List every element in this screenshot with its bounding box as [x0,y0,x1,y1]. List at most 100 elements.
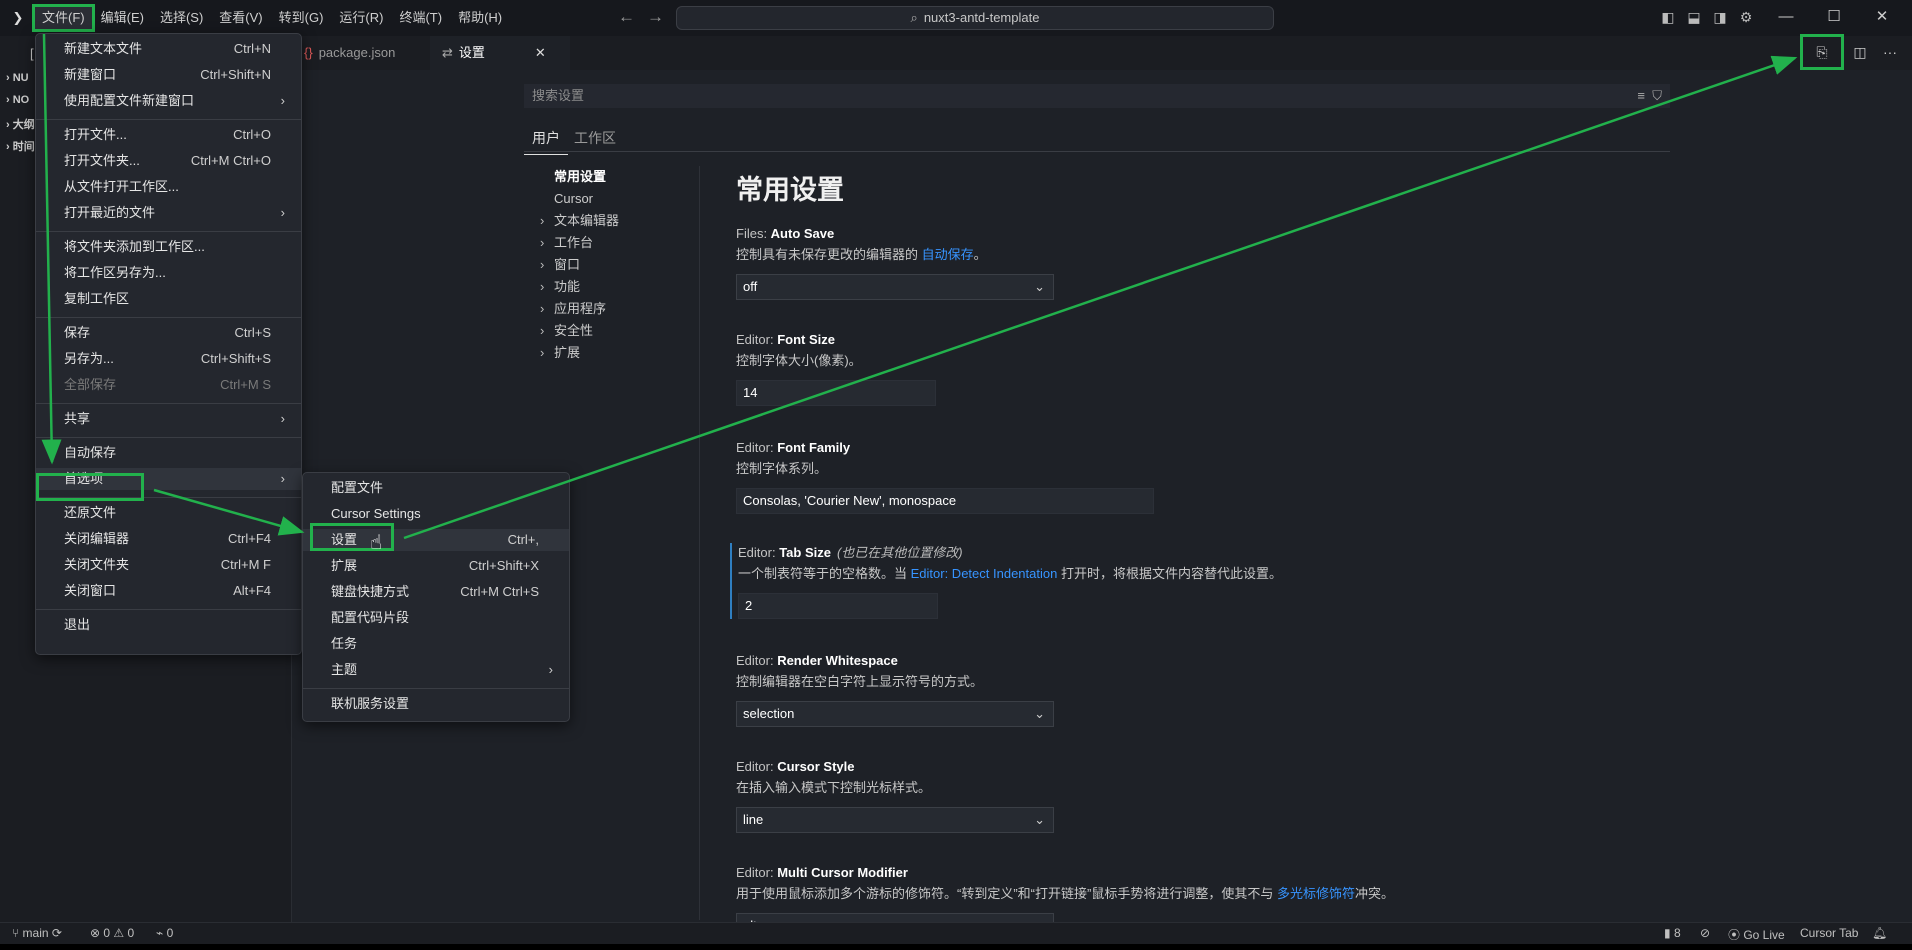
tab-settings[interactable]: ⇄ 设置 ✕ [430,36,570,70]
menu-item[interactable]: 使用配置文件新建窗口 › [36,90,301,112]
go-live-button[interactable]: ⦿ Go Live [1728,926,1785,943]
minimize-icon[interactable]: — [1762,4,1810,30]
filter-icon[interactable]: ⛉ [1652,88,1662,103]
menu-item[interactable]: 任务 [303,633,569,655]
menu-item[interactable]: 另存为... Ctrl+Shift+S [36,348,301,370]
toggle-panel-icon[interactable]: ⬓ [1684,6,1704,28]
menu-item-0[interactable]: 文件(F) [32,4,95,32]
sidebar-item-label: 时间 [12,141,35,153]
toc-item[interactable]: 常用设置 [540,166,700,188]
sidebar-item-nu[interactable]: › NU [6,72,29,84]
menu-item-3[interactable]: 查看(V) [211,6,270,30]
menu-item[interactable]: 扩展 Ctrl+Shift+X [303,555,569,577]
sidebar-item-timeline[interactable]: › 时间 [6,138,35,154]
line-status[interactable]: ▮ 8 [1664,926,1681,940]
back-arrow-icon[interactable]: ← [618,7,635,27]
menu-item[interactable]: 将文件夹添加到工作区... [36,236,301,258]
cursor-tab-status[interactable]: Cursor Tab [1800,926,1858,940]
menu-item-4[interactable]: 转到(G) [271,6,332,30]
gear-icon[interactable]: ⚙ [1736,6,1756,28]
toc-item[interactable]: › 工作台 [540,232,700,254]
setting-link[interactable]: Editor: Detect Indentation [911,566,1058,581]
setting-link[interactable]: 自动保存 [922,247,974,262]
menu-item-label: 打开文件夹... [64,153,140,168]
maximize-icon[interactable]: ☐ [1810,4,1858,30]
setting-title: Editor: Render Whitespace [736,651,1636,671]
toc-item[interactable]: › 扩展 [540,342,700,364]
setting-input[interactable]: 2 [738,593,938,619]
error-icon: ⊗ [90,926,104,940]
bell-icon[interactable]: 🔔︎ [1872,926,1887,940]
toc-item[interactable]: › 功能 [540,276,700,298]
menu-item-2[interactable]: 选择(S) [152,6,211,30]
editor-actions: ⎘ ◫ ··· [1800,34,1902,70]
menu-item[interactable]: 新建文本文件 Ctrl+N [36,38,301,60]
toc-item[interactable]: Cursor [540,188,700,210]
menu-item[interactable]: 配置代码片段 [303,607,569,629]
menu-item[interactable]: 打开最近的文件 › [36,202,301,224]
close-icon[interactable]: ✕ [535,45,546,60]
menu-item-1[interactable]: 编辑(E) [93,6,152,30]
chevron-right-icon: › [280,205,285,220]
menu-item-label: 共享 [64,411,91,426]
menu-item[interactable]: 打开文件... Ctrl+O [36,124,301,146]
menu-item[interactable]: 从文件打开工作区... [36,176,301,198]
ports-status[interactable]: ⌁ 0 [156,926,173,940]
menu-item[interactable]: 关闭编辑器 Ctrl+F4 [36,528,301,550]
open-settings-json-icon[interactable]: ⎘ [1800,34,1844,70]
menu-item[interactable]: 关闭文件夹 Ctrl+M F [36,554,301,576]
setting-dropdown[interactable]: off ⌄ [736,274,1054,300]
sidebar-item-outline[interactable]: › 大纲 [6,116,35,132]
tab-package-json[interactable]: {} package.json [304,36,422,70]
menu-item[interactable]: 配置文件 [303,477,569,499]
description-text: 。 [973,247,987,262]
setting-input[interactable]: 14 [736,380,936,406]
setting-title: Editor: Multi Cursor Modifier [736,863,1636,883]
clear-filter-icon[interactable]: ≡ [1637,88,1645,103]
broadcast-icon[interactable]: ⊘ [1700,926,1710,940]
setting-input[interactable]: Consolas, 'Courier New', monospace [736,488,1154,514]
menu-item[interactable]: 关闭窗口 Alt+F4 [36,580,301,602]
setting-dropdown[interactable]: selection ⌄ [736,701,1054,727]
menu-item[interactable]: 新建窗口 Ctrl+Shift+N [36,64,301,86]
tab-workspace[interactable]: 工作区 [566,126,624,154]
toc-item[interactable]: › 文本编辑器 [540,210,700,232]
menu-item[interactable]: 键盘快捷方式 Ctrl+M Ctrl+S [303,581,569,603]
menu-item-shortcut: Ctrl+, [507,532,539,547]
branch-status[interactable]: ⑂ main ⟳ [12,926,62,940]
menu-item[interactable]: 复制工作区 [36,288,301,310]
problems-status[interactable]: ⊗ 0 ⚠ 0 [90,926,134,940]
toggle-sidebar-icon[interactable]: ◧ [1658,6,1678,28]
menu-item-7[interactable]: 帮助(H) [450,6,510,30]
dropdown-value: selection [743,706,795,721]
toc-item[interactable]: › 窗口 [540,254,700,276]
sidebar-top-text: [ [30,46,34,61]
forward-arrow-icon[interactable]: → [647,7,664,27]
tab-user[interactable]: 用户 [524,126,568,155]
menu-item[interactable]: 还原文件 [36,502,301,524]
menu-item[interactable]: 将工作区另存为... [36,262,301,284]
close-window-icon[interactable]: ✕ [1858,4,1906,30]
settings-search-input[interactable]: 搜索设置 ≡ ⛉ [524,84,1670,108]
menu-item[interactable]: Cursor Settings [303,503,569,525]
menu-item[interactable]: 自动保存 [36,442,301,464]
setting-description: 控制字体系列。 [736,458,1636,480]
menu-item[interactable]: 保存 Ctrl+S [36,322,301,344]
toc-item[interactable]: › 应用程序 [540,298,700,320]
toggle-secondary-sidebar-icon[interactable]: ◨ [1710,6,1730,28]
split-editor-icon[interactable]: ◫ [1848,36,1872,68]
menu-item-6[interactable]: 终端(T) [391,6,450,30]
menu-item-5[interactable]: 运行(R) [331,6,391,30]
more-actions-icon[interactable]: ··· [1878,36,1902,68]
sidebar-item-no[interactable]: › NO [6,94,29,106]
menu-item[interactable]: 共享 › [36,408,301,430]
menu-item[interactable]: 打开文件夹... Ctrl+M Ctrl+O [36,150,301,172]
toc-item[interactable]: › 安全性 [540,320,700,342]
setting-dropdown[interactable]: line ⌄ [736,807,1054,833]
menu-item[interactable]: 退出 [36,614,301,636]
chevron-right-icon: › [548,662,553,677]
menu-item[interactable]: 联机服务设置 [303,693,569,715]
command-center-search[interactable]: ⌕ nuxt3-antd-template [676,6,1274,30]
setting-link[interactable]: 多光标修饰符 [1277,886,1355,901]
menu-item[interactable]: 主题 › [303,659,569,681]
